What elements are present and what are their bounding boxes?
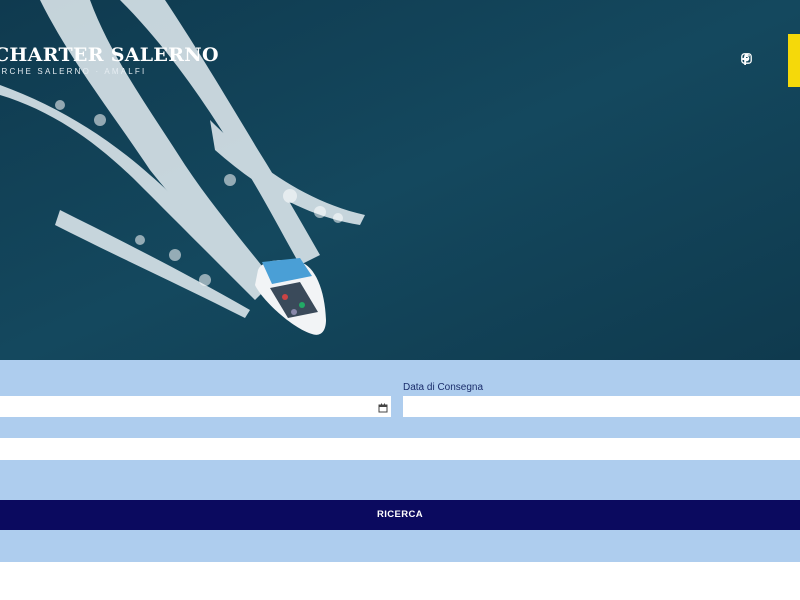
brand-logo[interactable]: CHARTER SALERNO ARCHE SALERNO · AMALFI: [0, 44, 219, 76]
social-links: [741, 53, 777, 66]
side-tab[interactable]: [788, 34, 800, 87]
calendar-icon[interactable]: [378, 400, 388, 413]
brand-subtitle: ARCHE SALERNO · AMALFI: [0, 67, 147, 76]
hero-banner: CHARTER SALERNO ARCHE SALERNO · AMALFI: [0, 0, 800, 360]
search-button[interactable]: RICERCA: [0, 500, 800, 530]
text-field[interactable]: [0, 438, 800, 460]
pickup-date-field[interactable]: [0, 396, 391, 417]
search-form: Data di Consegna RICERCA: [0, 360, 800, 562]
brand-title: CHARTER SALERNO: [0, 44, 219, 66]
delivery-date-label: Data di Consegna: [403, 382, 484, 393]
delivery-date-field[interactable]: [403, 396, 800, 417]
instagram-icon[interactable]: [741, 53, 777, 66]
